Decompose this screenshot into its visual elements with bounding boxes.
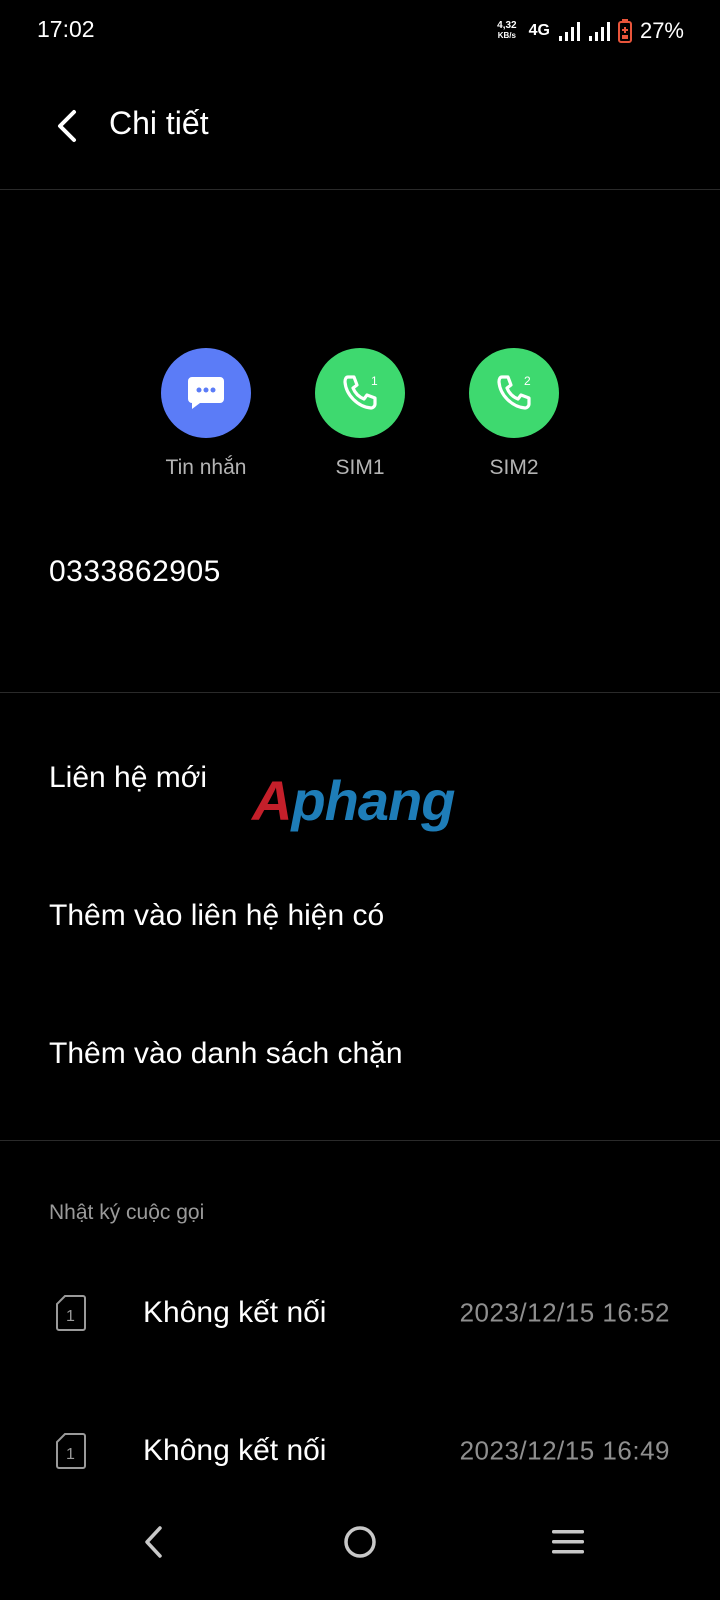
message-button[interactable]: [161, 348, 251, 438]
watermark-first-letter: A: [252, 769, 292, 832]
log-sim-number: 1: [66, 1446, 75, 1463]
call-sim1-action[interactable]: 1 SIM1: [290, 348, 430, 480]
network-speed-unit: KB/s: [497, 31, 516, 40]
sim1-badge: 1: [371, 374, 378, 388]
back-button[interactable]: [40, 98, 96, 154]
status-time: 17:02: [37, 16, 95, 42]
header-divider: [0, 189, 720, 190]
call-log-row[interactable]: 1 Không kết nối 2023/12/15 16:52: [0, 1244, 720, 1382]
new-contact-label: Liên hệ mới: [49, 761, 208, 794]
network-speed: 4,32 KB/s: [497, 21, 516, 41]
signal-strength-icon: [558, 22, 580, 41]
sim-card-icon: 1: [56, 1295, 86, 1331]
message-action[interactable]: Tin nhắn: [136, 348, 276, 480]
call-log-status: Không kết nối: [143, 1434, 327, 1467]
header: Chi tiết: [0, 62, 720, 189]
battery-icon: [617, 19, 632, 43]
add-to-existing-label: Thêm vào liên hệ hiện có: [49, 899, 385, 932]
page-title: Chi tiết: [109, 105, 209, 141]
call-sim2-action[interactable]: 2 SIM2: [444, 348, 584, 480]
call-log-status: Không kết nối: [143, 1296, 327, 1329]
nav-home-button[interactable]: [330, 1512, 390, 1572]
phone-number: 0333862905: [49, 555, 221, 588]
call-sim2-label: SIM2: [489, 456, 539, 479]
number-divider: [0, 692, 720, 693]
message-action-label: Tin nhắn: [165, 456, 247, 479]
message-icon: [188, 377, 224, 409]
call-log-time: 2023/12/15 16:52: [459, 1297, 670, 1328]
network-speed-value: 4,32: [497, 20, 517, 31]
status-icons: 4,32 KB/s 4G 27%: [497, 14, 684, 48]
nav-back-icon: [145, 1526, 162, 1558]
menu-divider: [0, 1140, 720, 1141]
signal-strength-sim2-icon: [588, 22, 610, 41]
back-arrow-icon: [58, 110, 76, 142]
watermark-logo: Aphang: [252, 768, 455, 833]
battery-percent: 27%: [639, 18, 684, 43]
add-to-existing-contact-item[interactable]: Thêm vào liên hệ hiện có: [0, 847, 720, 985]
call-log-time: 2023/12/15 16:49: [459, 1435, 670, 1466]
phone-sim1-icon: 1: [343, 374, 378, 410]
nav-back-button[interactable]: [124, 1512, 184, 1572]
nav-recents-button[interactable]: [538, 1512, 598, 1572]
navigation-bar: [0, 1490, 720, 1600]
sim2-badge: 2: [524, 374, 531, 388]
sim-card-icon: 1: [56, 1433, 86, 1469]
network-type: 4G: [528, 22, 550, 39]
add-to-blocklist-label: Thêm vào danh sách chặn: [49, 1037, 403, 1070]
watermark-rest: phang: [291, 769, 455, 832]
status-bar: 17:02 4,32 KB/s 4G 27%: [0, 0, 720, 62]
nav-home-icon: [344, 1526, 376, 1558]
call-log-title: Nhật ký cuộc gọi: [49, 1201, 205, 1224]
log-sim-number: 1: [66, 1308, 75, 1325]
nav-menu-icon: [552, 1530, 584, 1554]
call-sim1-button[interactable]: 1: [315, 348, 405, 438]
add-to-blocklist-item[interactable]: Thêm vào danh sách chặn: [0, 985, 720, 1123]
call-sim1-label: SIM1: [335, 456, 385, 479]
call-sim2-button[interactable]: 2: [469, 348, 559, 438]
phone-sim2-icon: 2: [497, 374, 531, 410]
